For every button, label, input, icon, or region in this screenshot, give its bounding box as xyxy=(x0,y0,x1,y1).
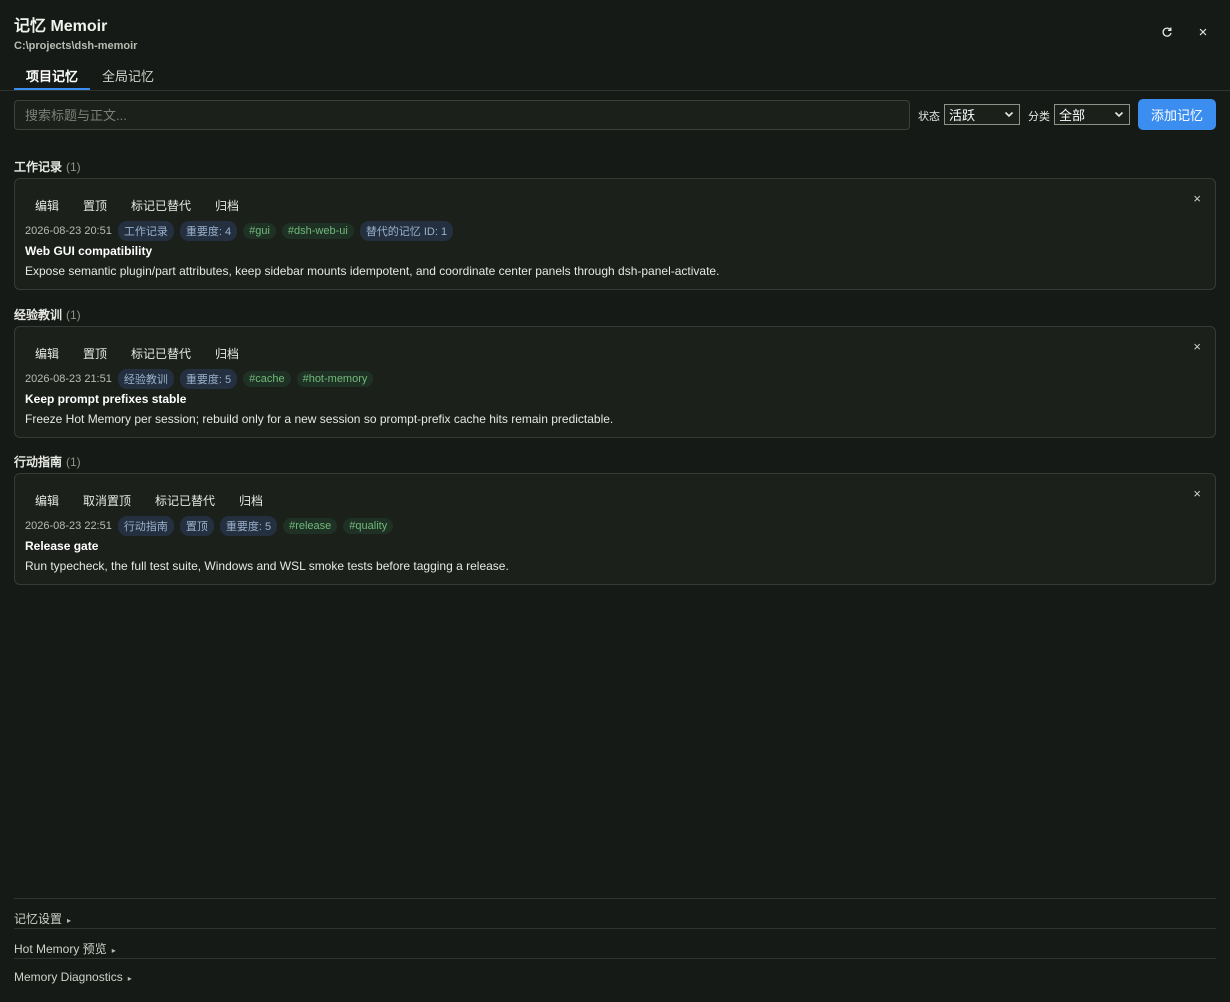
tag-badge: #hot-memory xyxy=(296,371,374,387)
tag-badge: #cache xyxy=(243,371,291,387)
refresh-icon[interactable] xyxy=(1157,22,1177,42)
card-actions: 编辑 置顶 标记已替代 归档 xyxy=(25,195,253,216)
tag-badge: #dsh-web-ui xyxy=(281,223,354,239)
section-count: (1) xyxy=(66,160,81,174)
card-date: 2026-08-23 22:51 xyxy=(25,520,112,532)
tab-project-memory[interactable]: 项目记忆 xyxy=(14,60,91,90)
archive-button[interactable]: 归档 xyxy=(205,343,249,364)
category-select-value: 全部 xyxy=(1059,108,1086,123)
memory-card: 编辑 置顶 标记已替代 归档 × 2026-08-23 21:51 经验教训 重… xyxy=(14,326,1216,438)
expand-triangle-icon: ▸ xyxy=(67,916,72,925)
status-select[interactable]: 活跃 xyxy=(944,104,1020,125)
card-meta: 2026-08-23 20:51 工作记录 重要度: 4 #gui #dsh-w… xyxy=(25,221,459,241)
card-body: Run typecheck, the full test suite, Wind… xyxy=(25,559,509,573)
mark-superseded-button[interactable]: 标记已替代 xyxy=(145,490,225,511)
divider xyxy=(14,958,1216,959)
status-select-value: 活跃 xyxy=(949,108,976,123)
section-title: 经验教训 xyxy=(14,308,63,322)
card-title: Release gate xyxy=(25,539,99,553)
category-select[interactable]: 全部 xyxy=(1054,104,1130,125)
tag-badge: #release xyxy=(283,518,338,534)
divider xyxy=(14,928,1216,929)
card-actions: 编辑 取消置顶 标记已替代 归档 xyxy=(25,490,277,511)
pin-button[interactable]: 置顶 xyxy=(73,343,117,364)
app-header: 记忆 Memoir C:\projects\dsh-memoir xyxy=(14,12,137,52)
memory-diagnostics-toggle[interactable]: Memory Diagnostics ▸ xyxy=(14,970,132,984)
tabs-divider xyxy=(0,90,1230,91)
section-heading: 行动指南 (1) xyxy=(14,453,81,470)
tag-badge: #gui xyxy=(243,223,276,239)
project-path: C:\projects\dsh-memoir xyxy=(14,40,138,52)
tab-bar: 项目记忆 全局记忆 xyxy=(14,60,166,90)
superseded-id-badge: 替代的记忆 ID: 1 xyxy=(359,221,454,241)
section-title: 行动指南 xyxy=(14,455,63,469)
archive-button[interactable]: 归档 xyxy=(229,490,273,511)
pinned-badge: 置顶 xyxy=(179,516,214,536)
card-date: 2026-08-23 20:51 xyxy=(25,225,112,237)
edit-button[interactable]: 编辑 xyxy=(25,490,69,511)
pin-button[interactable]: 置顶 xyxy=(73,195,117,216)
category-badge: 经验教训 xyxy=(117,369,174,389)
expand-triangle-icon: ▸ xyxy=(127,974,132,983)
section-heading: 经验教训 (1) xyxy=(14,306,81,323)
divider xyxy=(14,898,1216,899)
archive-button[interactable]: 归档 xyxy=(205,195,249,216)
section-count: (1) xyxy=(66,308,81,322)
status-filter-label: 状态 xyxy=(918,111,940,123)
importance-badge: 重要度: 5 xyxy=(219,516,278,536)
mark-superseded-button[interactable]: 标记已替代 xyxy=(121,195,201,216)
card-title: Keep prompt prefixes stable xyxy=(25,392,187,406)
card-actions: 编辑 置顶 标记已替代 归档 xyxy=(25,343,253,364)
hot-memory-preview-label: Hot Memory 预览 xyxy=(14,942,107,956)
importance-badge: 重要度: 5 xyxy=(179,369,238,389)
memory-settings-label: 记忆设置 xyxy=(14,912,63,926)
category-badge: 工作记录 xyxy=(117,221,174,241)
unpin-button[interactable]: 取消置顶 xyxy=(73,490,141,511)
card-title: Web GUI compatibility xyxy=(25,244,153,258)
memory-diagnostics-label: Memory Diagnostics xyxy=(14,970,123,984)
chevron-down-icon xyxy=(1114,111,1124,118)
app-title: 记忆 Memoir xyxy=(14,18,108,35)
section-heading: 工作记录 (1) xyxy=(14,158,81,175)
chevron-down-icon xyxy=(1004,111,1014,118)
edit-button[interactable]: 编辑 xyxy=(25,343,69,364)
mark-superseded-button[interactable]: 标记已替代 xyxy=(121,343,201,364)
delete-icon[interactable]: × xyxy=(1193,191,1201,206)
card-meta: 2026-08-23 21:51 经验教训 重要度: 5 #cache #hot… xyxy=(25,369,379,389)
memory-card: 编辑 置顶 标记已替代 归档 × 2026-08-23 20:51 工作记录 重… xyxy=(14,178,1216,290)
category-filter-label: 分类 xyxy=(1028,111,1050,123)
section-count: (1) xyxy=(66,455,81,469)
tag-badge: #quality xyxy=(343,518,394,534)
hot-memory-preview-toggle[interactable]: Hot Memory 预览 ▸ xyxy=(14,940,116,957)
card-body: Expose semantic plugin/part attributes, … xyxy=(25,264,720,278)
add-memory-button[interactable]: 添加记忆 xyxy=(1138,99,1216,130)
edit-button[interactable]: 编辑 xyxy=(25,195,69,216)
section-title: 工作记录 xyxy=(14,160,63,174)
card-meta: 2026-08-23 22:51 行动指南 置顶 重要度: 5 #release… xyxy=(25,516,399,536)
close-icon[interactable]: × xyxy=(1193,22,1213,42)
delete-icon[interactable]: × xyxy=(1193,486,1201,501)
memory-card: 编辑 取消置顶 标记已替代 归档 × 2026-08-23 22:51 行动指南… xyxy=(14,473,1216,585)
delete-icon[interactable]: × xyxy=(1193,339,1201,354)
search-input[interactable] xyxy=(14,100,910,130)
importance-badge: 重要度: 4 xyxy=(179,221,238,241)
category-badge: 行动指南 xyxy=(117,516,174,536)
card-body: Freeze Hot Memory per session; rebuild o… xyxy=(25,412,614,426)
memory-settings-toggle[interactable]: 记忆设置 ▸ xyxy=(14,910,71,927)
card-date: 2026-08-23 21:51 xyxy=(25,373,112,385)
expand-triangle-icon: ▸ xyxy=(111,946,116,955)
tab-global-memory[interactable]: 全局记忆 xyxy=(90,60,166,90)
